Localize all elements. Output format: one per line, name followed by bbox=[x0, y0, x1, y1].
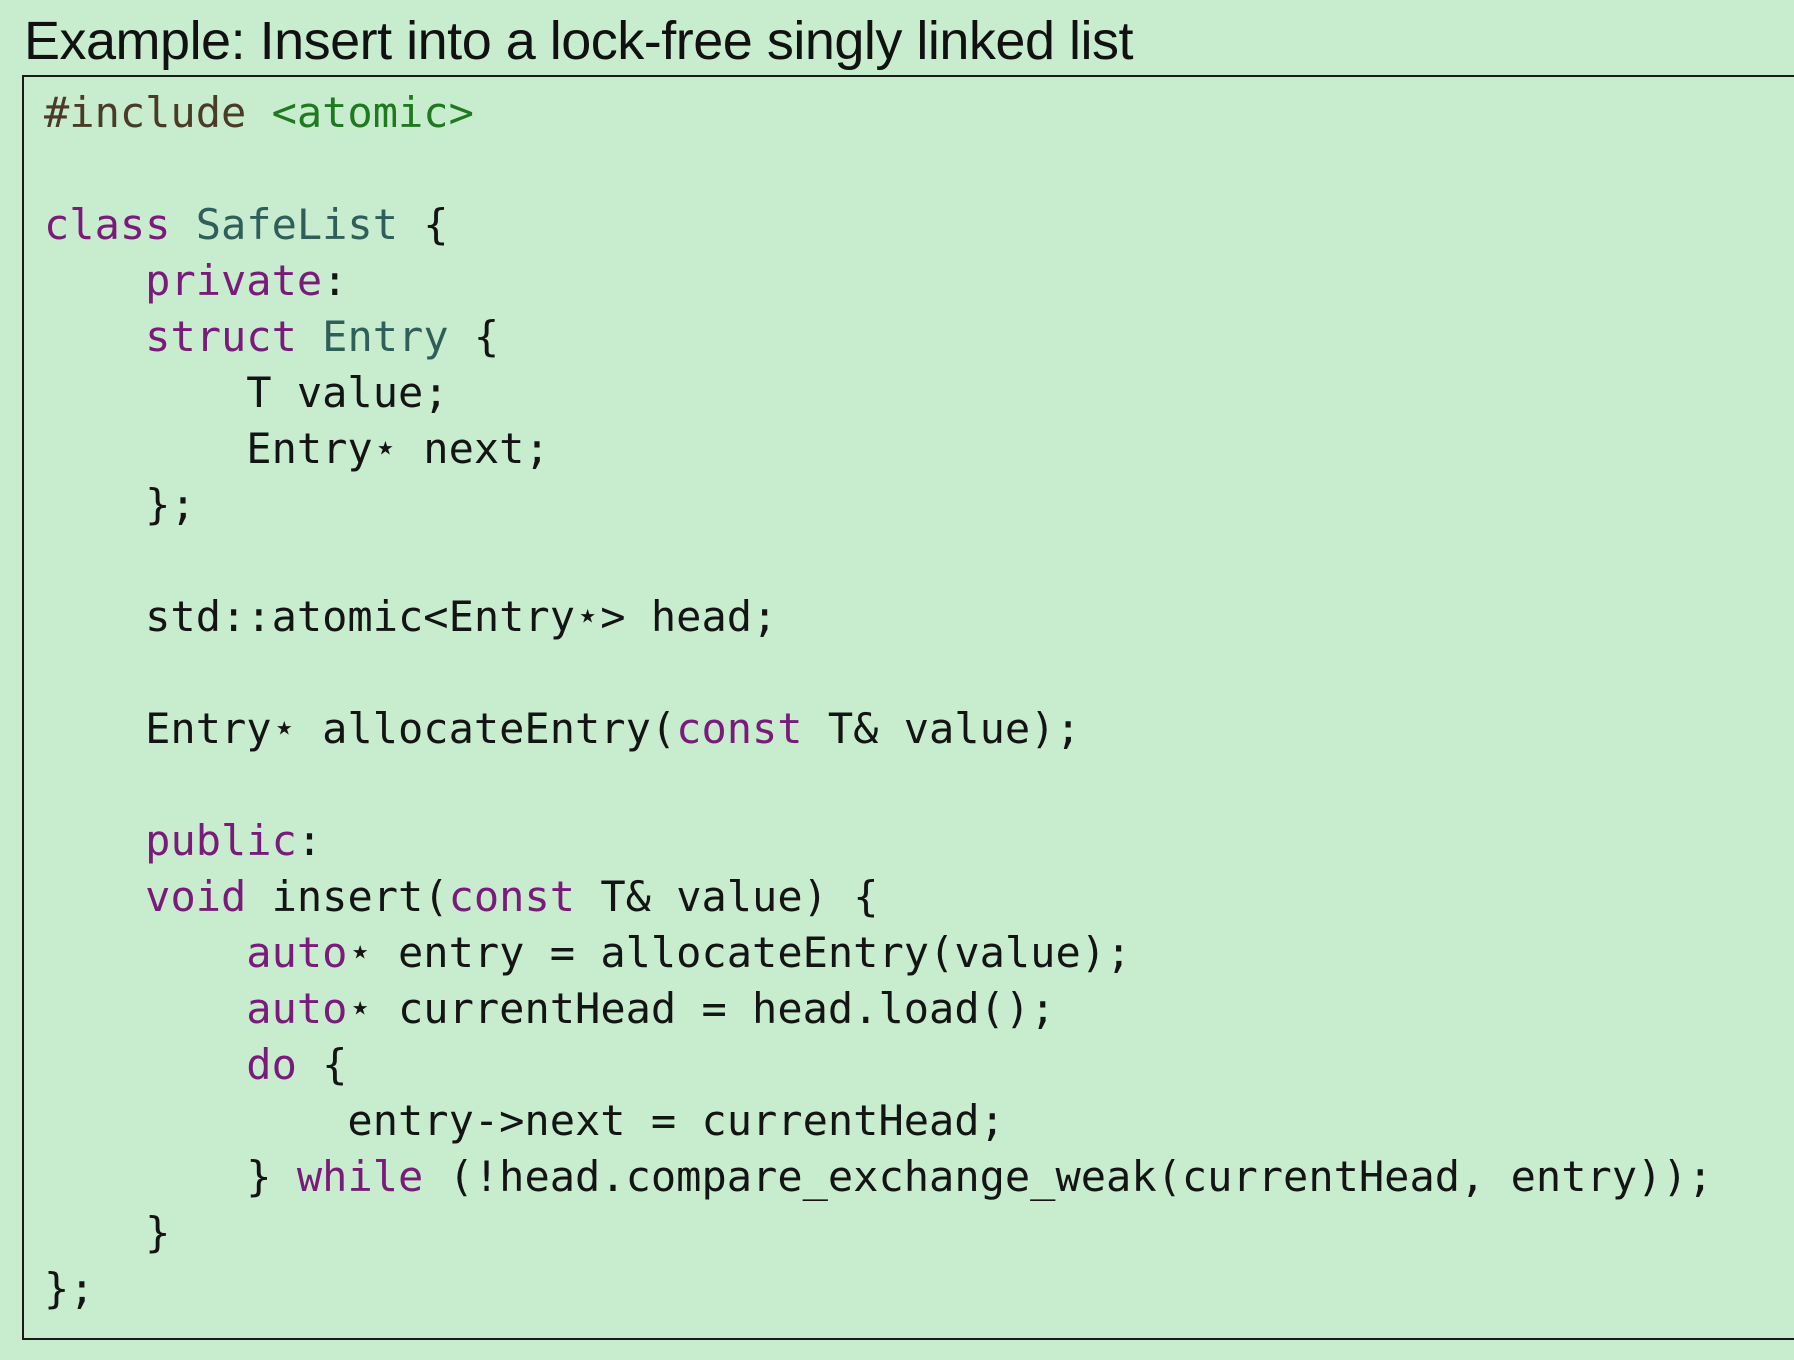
code-token: }; bbox=[44, 480, 196, 529]
code-token: : bbox=[322, 256, 348, 305]
code-line: void insert(const T& value) { bbox=[44, 869, 1713, 925]
code-token: : bbox=[296, 816, 323, 865]
code-token: std::atomic<Entry⋆> head; bbox=[44, 592, 778, 641]
code-line: std::atomic<Entry⋆> head; bbox=[44, 589, 1713, 645]
code-token: void bbox=[145, 872, 247, 921]
code-token: ⋆ entry = allocateEntry(value); bbox=[347, 928, 1132, 977]
code-token: { bbox=[448, 312, 500, 361]
code-token: SafeList bbox=[195, 200, 399, 249]
code-block: #include <atomic> class SafeList { priva… bbox=[22, 75, 1794, 1340]
code-line: do { bbox=[44, 1037, 1713, 1093]
code-token: Entry⋆ next; bbox=[44, 424, 550, 473]
slide: Example: Insert into a lock-free singly … bbox=[0, 0, 1794, 1360]
code-token: T& value); bbox=[802, 704, 1081, 753]
code-token: (!head.compare_exchange_weak(currentHead… bbox=[423, 1152, 1713, 1201]
code-token: while bbox=[296, 1152, 424, 1201]
code-token: <atomic> bbox=[271, 88, 474, 137]
code-token: { bbox=[398, 200, 449, 249]
slide-title: Example: Insert into a lock-free singly … bbox=[24, 11, 1133, 71]
code-token: #include bbox=[44, 88, 272, 137]
code-token: auto bbox=[246, 984, 348, 1033]
code-line: Entry⋆ next; bbox=[44, 421, 1713, 477]
code-token: T& value) { bbox=[575, 872, 879, 921]
code-token: private bbox=[145, 256, 323, 305]
code-token: entry->next = currentHead; bbox=[44, 1096, 1005, 1145]
code-token: const bbox=[448, 872, 576, 921]
code-token: }; bbox=[44, 1264, 95, 1313]
code-token: { bbox=[296, 1040, 348, 1089]
code-line: auto⋆ currentHead = head.load(); bbox=[44, 981, 1713, 1037]
code-line: private: bbox=[44, 253, 1713, 309]
code-token: Entry bbox=[322, 312, 449, 361]
code-line: public: bbox=[44, 813, 1713, 869]
code-line: class SafeList { bbox=[44, 197, 1713, 253]
code-token: auto bbox=[246, 928, 348, 977]
code-token: } bbox=[44, 1152, 297, 1201]
code-line: Entry⋆ allocateEntry(const T& value); bbox=[44, 701, 1713, 757]
code-token: do bbox=[246, 1040, 297, 1089]
code-listing: #include <atomic> class SafeList { priva… bbox=[44, 85, 1713, 1317]
code-line: T value; bbox=[44, 365, 1713, 421]
code-token: T value; bbox=[44, 368, 449, 417]
code-line: struct Entry { bbox=[44, 309, 1713, 365]
code-token: public bbox=[145, 816, 297, 865]
code-line: auto⋆ entry = allocateEntry(value); bbox=[44, 925, 1713, 981]
code-line: } while (!head.compare_exchange_weak(cur… bbox=[44, 1149, 1713, 1205]
code-line: }; bbox=[44, 477, 1713, 533]
code-line: entry->next = currentHead; bbox=[44, 1093, 1713, 1149]
code-token: struct bbox=[145, 312, 323, 361]
code-line: #include <atomic> bbox=[44, 85, 1713, 141]
code-token: const bbox=[676, 704, 803, 753]
code-line: } bbox=[44, 1205, 1713, 1261]
code-token: class bbox=[44, 200, 196, 249]
code-token: insert( bbox=[246, 872, 449, 921]
code-line: }; bbox=[44, 1261, 1713, 1317]
code-token: Entry⋆ allocateEntry( bbox=[44, 704, 677, 753]
code-token: } bbox=[44, 1208, 171, 1257]
code-token: ⋆ currentHead = head.load(); bbox=[347, 984, 1056, 1033]
